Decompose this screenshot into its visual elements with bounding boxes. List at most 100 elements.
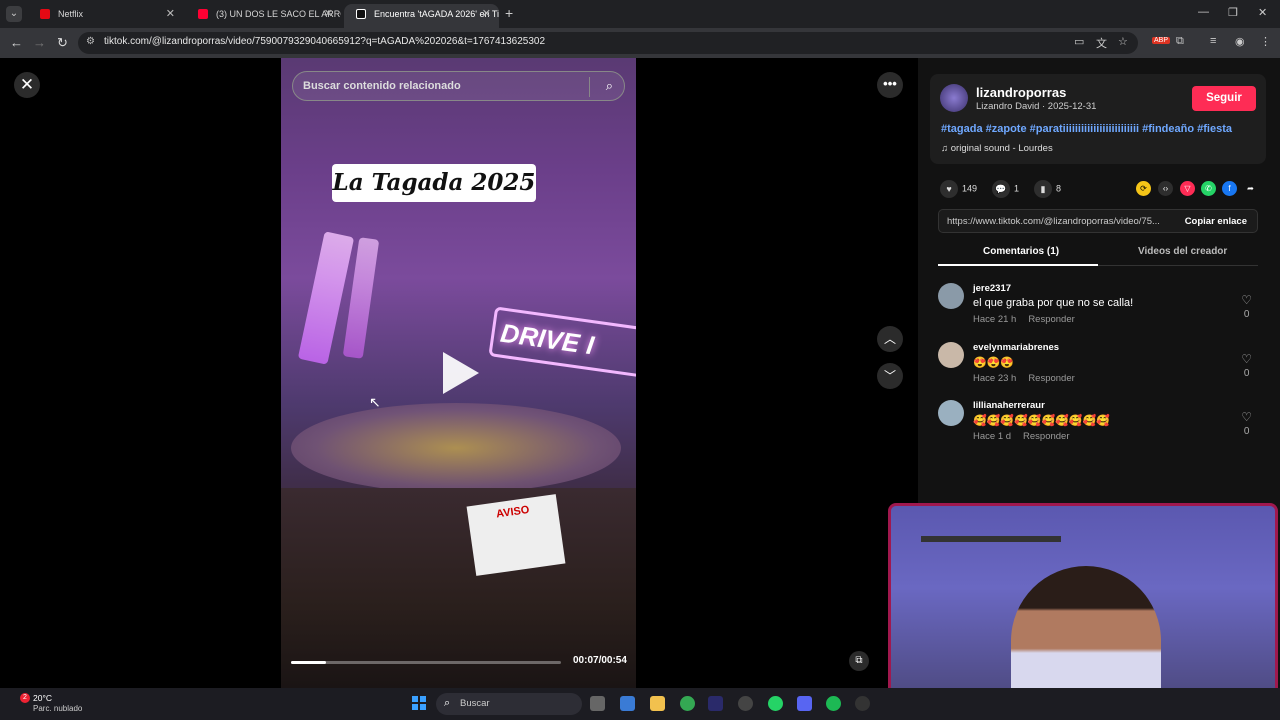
task-view-icon[interactable]	[590, 696, 605, 711]
whatsapp-icon[interactable]: ✆	[1201, 181, 1216, 196]
picture-in-picture-icon[interactable]: ⧉	[849, 651, 869, 671]
sound-link[interactable]: ♫ original sound - Lourdes	[941, 143, 1053, 154]
tab-creator-videos[interactable]: Videos del creador	[1138, 246, 1227, 257]
weather-description[interactable]: Parc. nublado	[33, 704, 82, 713]
taskbar-search-label: Buscar	[460, 698, 490, 709]
comment-like-count: 0	[1243, 426, 1250, 437]
file-explorer-icon[interactable]	[650, 696, 665, 711]
comment-like-button[interactable]: ♡ 0	[1241, 293, 1252, 320]
whatsapp-taskbar-icon[interactable]	[768, 696, 783, 711]
list-item: evelynmariabrenes 😍😍😍 Hace 23 h Responder…	[938, 342, 1258, 397]
tab-comments[interactable]: Comentarios (1)	[983, 246, 1059, 257]
repost-icon[interactable]: ⟳	[1136, 181, 1151, 196]
adblock-extension-icon[interactable]: ABP	[1152, 37, 1171, 44]
weather-temperature[interactable]: 20°C	[33, 693, 52, 703]
more-options-button[interactable]: •••	[877, 72, 903, 98]
like-button[interactable]: ♥ 149	[940, 180, 977, 198]
bookmark-star-icon[interactable]: ☆	[1118, 35, 1128, 48]
omnibox[interactable]: ⚙ tiktok.com/@lizandroporras/video/75900…	[78, 32, 1138, 54]
comment-button[interactable]: 💬 1	[992, 180, 1019, 198]
comment-meta: Hace 21 h Responder	[973, 314, 1075, 325]
new-tab-button[interactable]: +	[505, 5, 513, 21]
translate-icon[interactable]: 文	[1096, 35, 1107, 51]
tab-netflix[interactable]: Netflix ✕	[28, 4, 183, 28]
play-icon[interactable]	[443, 352, 479, 394]
discord-icon[interactable]	[797, 696, 812, 711]
comment-like-button[interactable]: ♡ 0	[1241, 352, 1252, 379]
heart-icon: ♡	[1241, 352, 1252, 366]
reload-icon[interactable]: ↻	[57, 35, 68, 51]
extensions-icon[interactable]: ⧉	[1176, 35, 1184, 48]
list-item: lillianaherreraur 🥰🥰🥰🥰🥰🥰🥰🥰🥰🥰 Hace 1 d Res…	[938, 400, 1258, 455]
comment-username[interactable]: jere2317	[973, 283, 1011, 294]
webcam-overlay	[888, 503, 1278, 714]
windows-start-icon[interactable]	[412, 696, 426, 710]
follow-button[interactable]: Seguir	[1192, 86, 1256, 111]
close-tab-icon[interactable]: ✕	[324, 4, 333, 24]
next-video-button[interactable]: ﹀	[877, 363, 903, 389]
site-info-icon[interactable]: ⚙	[86, 36, 95, 47]
related-search-input[interactable]: Buscar contenido relacionado ⌕	[292, 71, 625, 101]
author-card: lizandroporras Lizandro David · 2025-12-…	[930, 74, 1266, 164]
share-link-text[interactable]: https://www.tiktok.com/@lizandroporras/v…	[947, 216, 1173, 227]
video-viewer: ✕ DRIVE I AVISO La Tagada 2025 ↖ Buscar …	[0, 58, 918, 688]
tab-youtube[interactable]: (3) UN DOS LE SACO EL ARROZ ✕	[186, 4, 341, 28]
author-username[interactable]: lizandroporras	[976, 85, 1066, 100]
close-video-button[interactable]: ✕	[14, 72, 40, 98]
avatar[interactable]	[940, 84, 968, 112]
reply-button[interactable]: Responder	[1028, 314, 1074, 325]
tab-tiktok[interactable]: Encuentra 'tAGADA 2026' en TikTok ✕	[344, 4, 499, 28]
premiere-pro-icon[interactable]	[708, 696, 723, 711]
comment-like-button[interactable]: ♡ 0	[1241, 410, 1252, 437]
facebook-icon[interactable]: f	[1222, 181, 1237, 196]
reply-button[interactable]: Responder	[1023, 431, 1069, 442]
close-tab-icon[interactable]: ✕	[166, 4, 175, 24]
media-control-icon[interactable]: ≡	[1210, 35, 1216, 47]
share-arrow-icon[interactable]: ➦	[1243, 181, 1258, 196]
spotify-icon[interactable]	[826, 696, 841, 711]
browser-tab-strip: ⌄ Netflix ✕ (3) UN DOS LE SACO EL ARROZ …	[0, 0, 1280, 28]
obs-icon[interactable]	[738, 696, 753, 711]
search-icon[interactable]: ⌕	[606, 78, 613, 94]
close-tab-icon[interactable]: ✕	[482, 4, 491, 24]
avatar[interactable]	[938, 283, 964, 309]
tiktok-icon	[356, 9, 366, 19]
chrome-icon[interactable]	[680, 696, 695, 711]
avatar[interactable]	[938, 342, 964, 368]
taskbar-search[interactable]: ⌕ Buscar	[436, 693, 582, 715]
video-progress-fill	[291, 661, 327, 664]
window-close-icon[interactable]: ✕	[1258, 6, 1267, 19]
previous-video-button[interactable]: ︿	[877, 326, 903, 352]
maximize-icon[interactable]: ❐	[1228, 6, 1238, 19]
app-icon[interactable]	[855, 696, 870, 711]
like-count: 149	[962, 183, 978, 194]
video-player[interactable]: DRIVE I AVISO La Tagada 2025 ↖ Buscar co…	[281, 58, 636, 688]
embed-icon[interactable]: ‹›	[1158, 181, 1173, 196]
back-icon[interactable]: ←	[10, 35, 23, 50]
avatar[interactable]	[938, 400, 964, 426]
music-note-icon: ♫	[941, 143, 951, 154]
video-progress-bar[interactable]	[291, 661, 561, 664]
save-button[interactable]: ▮ 8	[1034, 180, 1061, 198]
cast-icon[interactable]: ▭	[1074, 35, 1084, 48]
tab-search-button[interactable]: ⌄	[6, 6, 22, 22]
youtube-icon	[198, 9, 208, 19]
copy-link-button[interactable]: Copiar enlace	[1185, 216, 1247, 227]
forward-icon[interactable]: →	[33, 35, 46, 50]
browser-menu-icon[interactable]: ⋮	[1260, 35, 1271, 48]
send-icon[interactable]: ▽	[1180, 181, 1195, 196]
comment-username[interactable]: lillianaherreraur	[973, 400, 1045, 411]
mouse-cursor-icon: ↖	[369, 394, 381, 410]
shelf	[921, 536, 1061, 542]
copilot-icon[interactable]	[620, 696, 635, 711]
reply-button[interactable]: Responder	[1028, 373, 1074, 384]
comment-text: 😍😍😍	[973, 357, 1015, 369]
comment-username[interactable]: evelynmariabrenes	[973, 342, 1059, 353]
save-count: 8	[1056, 183, 1062, 194]
minimize-icon[interactable]: —	[1198, 6, 1209, 18]
search-icon: ⌕	[444, 697, 451, 709]
hashtags[interactable]: #tagada #zapote #paratiiiiiiiiiiiiiiiiii…	[941, 123, 1232, 135]
profile-avatar-icon[interactable]: ◉	[1235, 35, 1245, 48]
comment-icon: 💬	[992, 180, 1010, 198]
url-text[interactable]: tiktok.com/@lizandroporras/video/7590079…	[104, 36, 545, 47]
